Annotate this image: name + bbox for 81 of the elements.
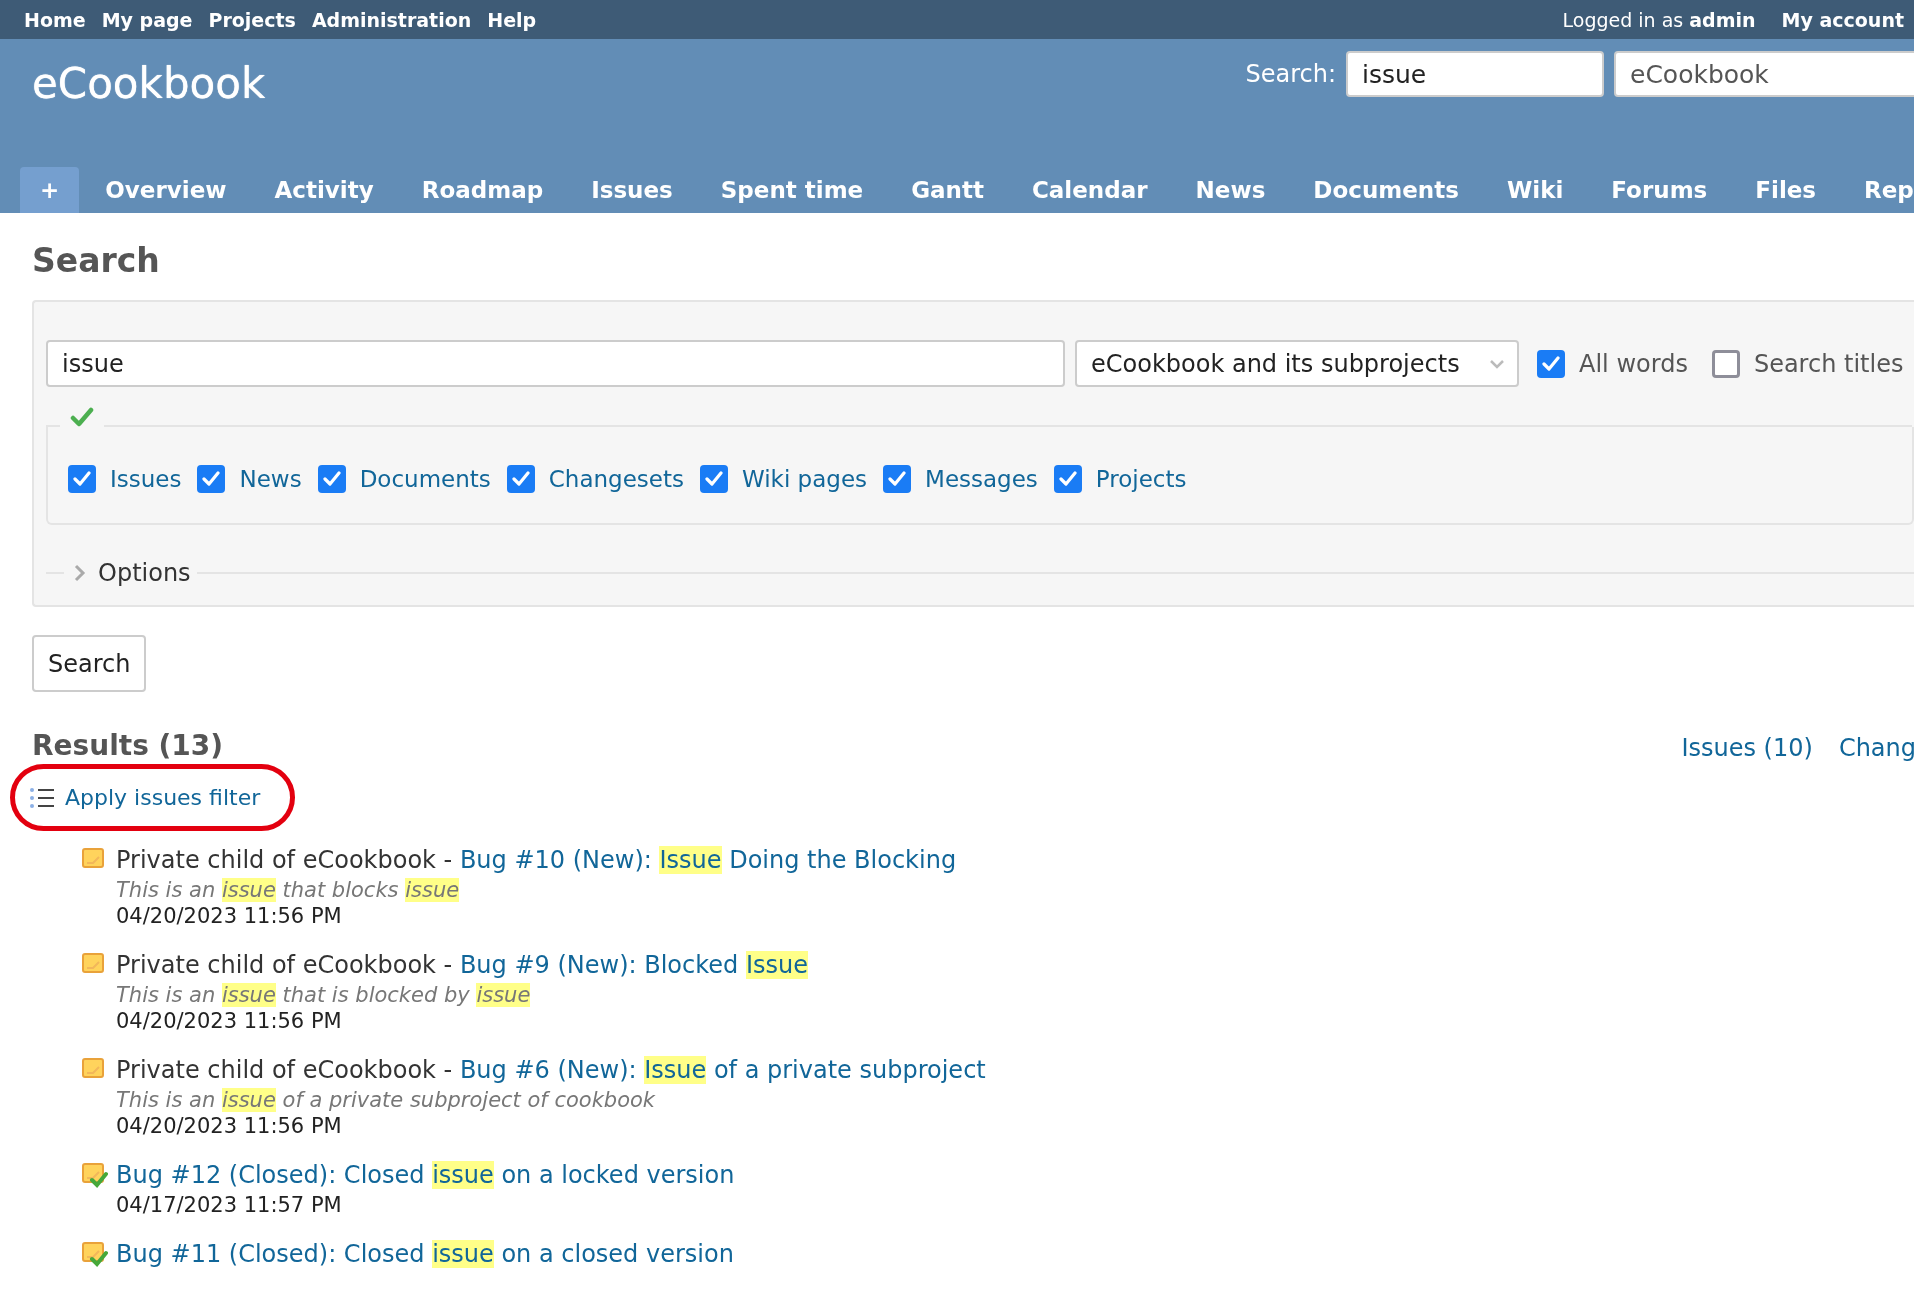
result-description: This is an issue that is blocked by issue <box>116 983 532 1007</box>
top-menu-link[interactable]: Projects <box>208 8 296 31</box>
top-menu-link[interactable]: My page <box>101 8 193 31</box>
closed-ticket-icon <box>82 1242 108 1268</box>
type-checkbox[interactable] <box>883 465 912 493</box>
type-label[interactable]: Changesets <box>548 466 684 492</box>
type-checkbox[interactable] <box>317 465 346 493</box>
type-label[interactable]: Messages <box>925 466 1038 492</box>
menu-tab[interactable]: Calendar <box>1009 167 1170 213</box>
result-type-link[interactable]: Chang <box>1838 734 1914 762</box>
project-title: eCookbook <box>32 59 266 108</box>
top-menu-link[interactable]: Administration <box>311 8 472 31</box>
issue-link[interactable]: Bug #12 (Closed): Closed issue on a locked version <box>116 1161 735 1189</box>
options-toggle[interactable]: Options <box>64 559 197 587</box>
checkmark-icon <box>202 471 221 487</box>
check-icon[interactable] <box>70 407 94 427</box>
quick-search-field[interactable]: issue <box>1346 51 1604 97</box>
project-name: Private child of eCookbook - <box>116 846 454 874</box>
user-link[interactable]: admin <box>1689 8 1756 31</box>
project-name: Private child of eCookbook - <box>116 1056 454 1084</box>
result-date: 04/20/2023 11:56 PM <box>116 1009 343 1033</box>
result-date: 04/17/2023 11:57 PM <box>116 1193 343 1217</box>
list-icon <box>29 785 55 810</box>
titles-only-checkbox[interactable] <box>1711 349 1740 378</box>
type-checkbox[interactable] <box>197 465 226 493</box>
issue-link[interactable]: Bug #9 (New): Blocked Issue <box>459 951 808 979</box>
menu-tab[interactable]: Spent time <box>698 167 886 213</box>
checkmark-icon <box>888 471 907 487</box>
menu-tab[interactable]: Files <box>1733 167 1839 213</box>
type-checkbox[interactable] <box>506 465 535 493</box>
top-menu-link[interactable]: Help <box>487 8 537 31</box>
page-title: Search <box>32 241 161 280</box>
type-checkbox[interactable] <box>1053 465 1082 493</box>
menu-tab[interactable]: Rep <box>1842 167 1914 213</box>
project-jump-field[interactable]: eCookbook <box>1614 51 1914 97</box>
menu-tab[interactable]: Gantt <box>889 167 1006 213</box>
dropdown-caret-icon <box>1489 358 1505 369</box>
menu-tab[interactable]: Overview <box>83 167 249 213</box>
titles-only-label: Search titles <box>1753 349 1904 378</box>
checkmark-icon <box>704 471 723 487</box>
menu-tab[interactable]: Issues <box>569 167 695 213</box>
checkmark-icon <box>322 471 341 487</box>
search-query-field[interactable]: issue <box>46 340 1065 387</box>
menu-tab[interactable]: News <box>1173 167 1288 213</box>
all-words-label: All words <box>1579 349 1688 378</box>
closed-ticket-icon <box>82 1163 108 1189</box>
results-heading: Results (13) <box>32 728 224 762</box>
issue-link[interactable]: Bug #10 (New): Issue Doing the Blocking <box>459 846 957 874</box>
result-type-link[interactable]: Issues (10) <box>1681 734 1813 762</box>
my-account-link[interactable]: My account <box>1781 8 1904 31</box>
search-label: Search: <box>1245 60 1336 88</box>
checkmark-icon <box>511 471 530 487</box>
type-checkbox[interactable] <box>68 465 96 493</box>
type-label[interactable]: Issues <box>110 466 182 492</box>
checkmark-icon <box>73 471 91 487</box>
type-label[interactable]: Projects <box>1095 466 1187 492</box>
type-label[interactable]: News <box>239 466 302 492</box>
menu-tab[interactable]: Activity <box>252 167 396 213</box>
menu-tab[interactable]: Forums <box>1589 167 1730 213</box>
menu-tab[interactable]: Wiki <box>1484 167 1586 213</box>
scope-select[interactable]: eCookbook and its subprojects <box>1075 340 1519 387</box>
result-description: This is an issue that blocks issue <box>116 878 461 902</box>
issue-link[interactable]: Bug #11 (Closed): Closed issue on a closed version <box>116 1240 734 1268</box>
apply-filter-link[interactable]: Apply issues filter <box>65 785 261 810</box>
type-checkbox[interactable] <box>699 465 728 493</box>
menu-tab[interactable]: Roadmap <box>399 167 566 213</box>
checkmark-icon <box>1542 355 1560 372</box>
result-date: 04/20/2023 11:56 PM <box>116 904 343 928</box>
type-label[interactable]: Documents <box>359 466 491 492</box>
result-description: This is an issue of a private subproject of cookbook <box>116 1088 657 1112</box>
chevron-icon <box>74 564 86 582</box>
checkmark-icon <box>1058 471 1077 487</box>
search-button[interactable]: Search <box>32 635 147 692</box>
result-date: 04/20/2023 11:56 PM <box>116 1114 343 1138</box>
issue-link[interactable]: Bug #6 (New): Issue of a private subproject <box>459 1056 986 1084</box>
project-name: Private child of eCookbook - <box>116 951 454 979</box>
all-words-checkbox[interactable] <box>1537 349 1565 378</box>
logged-in-text: Logged in as admin <box>1562 8 1756 31</box>
top-menu-link[interactable]: Home <box>24 8 86 31</box>
menu-tab[interactable]: Documents <box>1291 167 1481 213</box>
type-label[interactable]: Wiki pages <box>741 466 868 492</box>
